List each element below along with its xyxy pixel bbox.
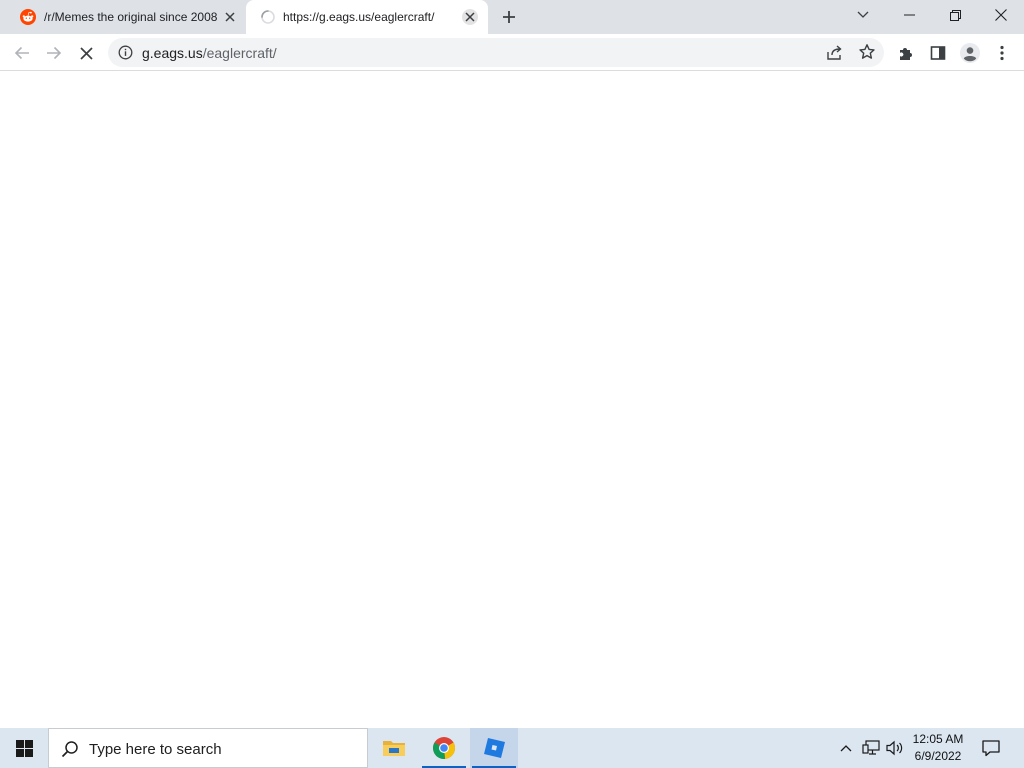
close-icon bbox=[79, 46, 93, 60]
windows-logo-icon bbox=[15, 739, 33, 757]
profile-button[interactable] bbox=[956, 39, 984, 67]
avatar-icon bbox=[960, 43, 980, 63]
loading-spinner-icon bbox=[261, 10, 275, 24]
arrow-left-icon bbox=[14, 46, 29, 60]
url-host: g.eags.us bbox=[142, 45, 203, 61]
url-text[interactable]: g.eags.us/eaglercraft/ bbox=[142, 45, 277, 61]
chevron-down-icon bbox=[857, 11, 869, 18]
notification-icon bbox=[982, 739, 1000, 756]
taskbar-roblox[interactable] bbox=[470, 728, 518, 768]
file-explorer-icon bbox=[383, 741, 405, 756]
kebab-menu-icon bbox=[1000, 45, 1004, 61]
taskbar-chrome[interactable] bbox=[420, 728, 468, 768]
stop-loading-button[interactable] bbox=[72, 39, 100, 67]
address-bar[interactable]: g.eags.us/eaglercraft/ bbox=[108, 38, 884, 67]
tab-title: https://g.eags.us/eaglercraft/ bbox=[283, 10, 435, 24]
tab-close-icon[interactable] bbox=[462, 9, 478, 25]
side-panel-button[interactable] bbox=[924, 39, 952, 67]
windows-taskbar: Type here to search 12:05 AM 6/9/2022 bbox=[0, 728, 1024, 768]
back-button[interactable] bbox=[8, 39, 36, 67]
restore-icon bbox=[949, 9, 961, 21]
share-icon[interactable] bbox=[826, 44, 844, 62]
taskbar-clock[interactable]: 12:05 AM 6/9/2022 bbox=[906, 731, 970, 765]
start-button[interactable] bbox=[0, 728, 48, 768]
clock-time: 12:05 AM bbox=[912, 732, 964, 746]
restore-button[interactable] bbox=[932, 0, 978, 30]
taskbar-search-box[interactable]: Type here to search bbox=[48, 728, 368, 768]
forward-button[interactable] bbox=[40, 39, 68, 67]
menu-button[interactable] bbox=[988, 39, 1016, 67]
extensions-button[interactable] bbox=[892, 39, 920, 67]
minimize-icon bbox=[903, 14, 915, 16]
side-panel-icon bbox=[930, 46, 946, 60]
clock-date: 6/9/2022 bbox=[914, 749, 962, 763]
network-tray-button[interactable] bbox=[860, 728, 882, 768]
tab-search-button[interactable] bbox=[840, 0, 886, 30]
url-path: /eaglercraft/ bbox=[202, 45, 277, 61]
notifications-button[interactable] bbox=[976, 728, 1006, 768]
reddit-icon bbox=[20, 9, 36, 25]
info-icon[interactable] bbox=[118, 45, 133, 60]
network-icon bbox=[862, 740, 880, 755]
roblox-icon bbox=[484, 738, 505, 758]
close-window-button[interactable] bbox=[978, 0, 1024, 30]
tab-close-icon[interactable] bbox=[222, 9, 238, 25]
search-placeholder: Type here to search bbox=[89, 741, 222, 758]
volume-tray-button[interactable] bbox=[884, 728, 906, 768]
arrow-right-icon bbox=[47, 46, 62, 60]
bookmark-star-icon[interactable] bbox=[858, 43, 876, 61]
tab-strip: /r/Memes the original since 2008 https:/… bbox=[0, 0, 1024, 34]
chevron-up-icon bbox=[840, 745, 852, 752]
taskbar-file-explorer[interactable] bbox=[370, 728, 418, 768]
show-hidden-icons-button[interactable] bbox=[836, 728, 856, 768]
page-content bbox=[0, 71, 1024, 728]
speaker-icon bbox=[886, 740, 903, 756]
minimize-button[interactable] bbox=[886, 0, 932, 30]
close-icon bbox=[995, 9, 1007, 21]
plus-icon bbox=[503, 11, 515, 23]
tab-title: /r/Memes the original since 2008 bbox=[44, 10, 218, 24]
search-icon bbox=[61, 741, 78, 758]
browser-toolbar: g.eags.us/eaglercraft/ bbox=[0, 34, 1024, 71]
puzzle-piece-icon bbox=[900, 48, 912, 60]
tab-reddit-memes[interactable]: /r/Memes the original since 2008 bbox=[8, 0, 246, 34]
chrome-icon bbox=[432, 737, 456, 760]
tab-eaglercraft[interactable]: https://g.eags.us/eaglercraft/ bbox=[246, 0, 488, 34]
new-tab-button[interactable] bbox=[498, 6, 520, 28]
